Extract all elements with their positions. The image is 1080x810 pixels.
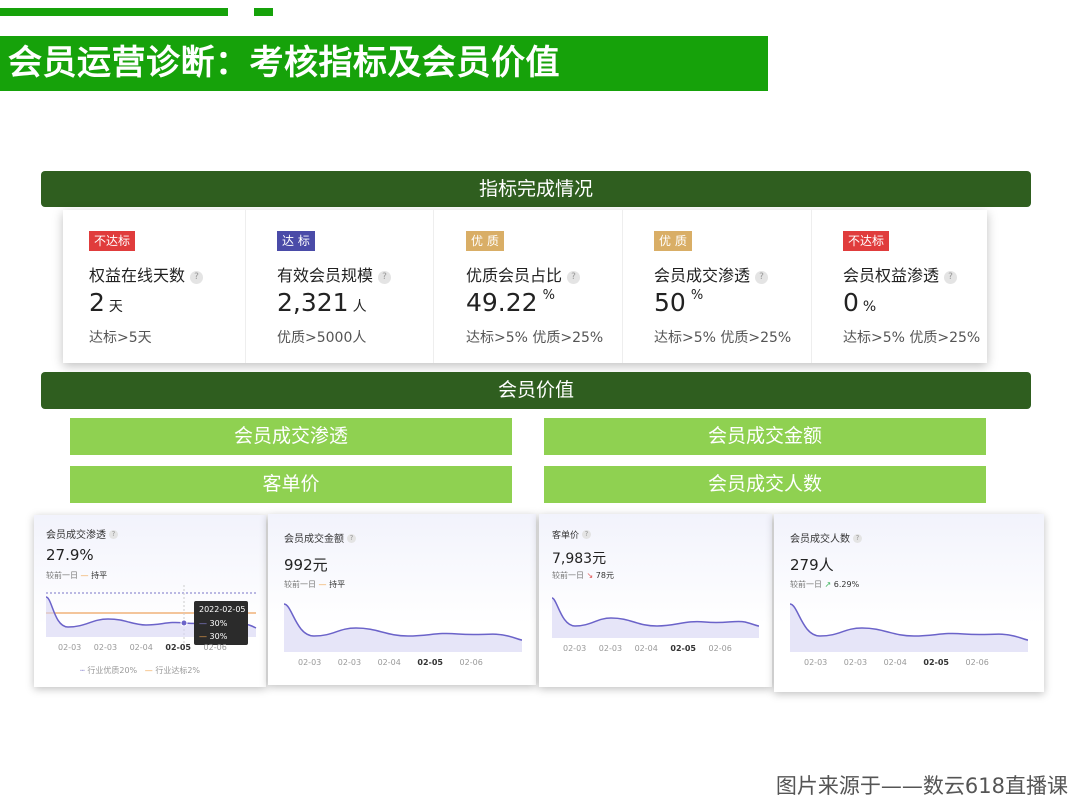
kpi-card: 不达标 会员权益渗透? 0% 达标>5% 优质>25%	[812, 210, 987, 363]
value-box-buyers: 会员成交人数	[544, 466, 986, 503]
status-badge: 不达标	[89, 231, 136, 251]
help-icon[interactable]: ?	[347, 534, 356, 543]
mini-chart-card: 会员成交人数? 279人 较前一日 ↗ 6.29% 02-03 02-03 02…	[774, 514, 1044, 692]
kpi-label: 有效会员规模?	[277, 262, 392, 286]
help-icon[interactable]: ?	[853, 534, 862, 543]
trend-line	[551, 597, 760, 627]
help-icon[interactable]: ?	[378, 271, 392, 284]
value-box-amount: 会员成交金额	[544, 418, 986, 455]
x-axis-labels: 02-03 02-03 02-04 02-05 02-06	[298, 658, 483, 667]
mini-chart-compare: 较前一日 — 持平	[46, 571, 108, 580]
trend-line	[789, 603, 1029, 641]
help-icon[interactable]: ?	[109, 530, 118, 539]
kpi-target: 达标>5% 优质>25%	[654, 330, 792, 346]
status-badge: 不达标	[843, 231, 890, 251]
x-axis-labels: 02-03 02-03 02-04 02-05 02-06	[804, 658, 989, 667]
kpi-value: 2天	[89, 288, 123, 317]
mini-chart-value: 992元	[284, 556, 328, 574]
status-badge: 优 质	[654, 231, 692, 251]
kpi-target: 达标>5% 优质>25%	[843, 330, 981, 346]
kpi-value: 49.22%	[466, 288, 555, 317]
help-icon[interactable]: ?	[582, 530, 592, 539]
mini-line-chart	[789, 603, 1029, 652]
x-axis-labels: 02-03 02-03 02-04 02-05 02-06	[58, 643, 227, 652]
trend-down-icon: ↘	[586, 571, 594, 580]
mini-chart-value: 27.9%	[46, 546, 94, 564]
value-box-unit-price: 客单价	[70, 466, 512, 503]
kpi-target: 达标>5天	[89, 330, 152, 346]
mini-chart-value: 7,983元	[552, 551, 607, 567]
hover-point[interactable]	[180, 619, 188, 627]
kpi-label: 会员成交渗透?	[654, 262, 769, 286]
mini-chart-compare: 较前一日 ↘ 78元	[552, 571, 614, 580]
section-bar-value: 会员价值	[41, 372, 1031, 409]
help-icon[interactable]: ?	[944, 271, 958, 284]
mini-chart-compare: 较前一日 — 持平	[284, 580, 346, 589]
page-title: 会员运营诊断：考核指标及会员价值	[8, 43, 560, 83]
section-bar-kpi: 指标完成情况	[41, 171, 1031, 207]
top-decor-bar-right	[254, 8, 273, 16]
value-box-penetration: 会员成交渗透	[70, 418, 512, 455]
mini-chart-title: 会员成交人数?	[790, 530, 862, 545]
kpi-label: 权益在线天数?	[89, 262, 204, 286]
mini-chart-card: 会员成交金额? 992元 较前一日 — 持平 02-03 02-03 02-04…	[268, 514, 536, 685]
mini-chart-card: 客单价? 7,983元 较前一日 ↘ 78元 02-03 02-03 02-04…	[539, 514, 772, 687]
mini-chart-compare: 较前一日 ↗ 6.29%	[790, 580, 860, 589]
chart-tooltip: 2022-02-05 — 30% — 30%	[194, 601, 248, 645]
trend-line	[283, 603, 523, 641]
chart-legend: ┄ 行业优质20% — 行业达标2%	[80, 666, 201, 675]
kpi-card: 优 质 优质会员占比? 49.22% 达标>5% 优质>25%	[434, 210, 623, 363]
mini-chart-title: 客单价?	[552, 528, 592, 541]
kpi-target: 达标>5% 优质>25%	[466, 330, 604, 346]
trend-up-icon: ↗	[824, 580, 832, 589]
kpi-card: 不达标 权益在线天数? 2天 达标>5天	[63, 210, 246, 363]
help-icon[interactable]: ?	[190, 271, 204, 284]
status-badge: 优 质	[466, 231, 504, 251]
kpi-card: 优 质 会员成交渗透? 50% 达标>5% 优质>25%	[623, 210, 812, 363]
help-icon[interactable]: ?	[567, 271, 581, 284]
mini-chart-value: 279人	[790, 556, 834, 574]
kpi-panel: 不达标 权益在线天数? 2天 达标>5天 达 标 有效会员规模? 2,321 人 …	[63, 210, 987, 363]
x-axis-labels: 02-03 02-03 02-04 02-05 02-06	[563, 644, 732, 653]
top-decor-bar-left	[0, 8, 228, 16]
kpi-label: 会员权益渗透?	[843, 262, 958, 286]
mini-chart-title: 会员成交渗透?	[46, 526, 118, 541]
help-icon[interactable]: ?	[755, 271, 769, 284]
kpi-value: 50%	[654, 288, 704, 317]
status-badge: 达 标	[277, 231, 315, 251]
mini-line-chart	[283, 603, 523, 652]
source-note: 图片来源于——数云618直播课	[775, 774, 1068, 798]
kpi-label: 优质会员占比?	[466, 262, 581, 286]
kpi-card: 达 标 有效会员规模? 2,321 人 优质>5000人	[246, 210, 434, 363]
mini-chart-title: 会员成交金额?	[284, 530, 356, 545]
kpi-value: 2,321 人	[277, 288, 367, 317]
mini-chart-card: 会员成交渗透? 27.9% 较前一日 — 持平 2022-02-05 — 30%…	[34, 515, 266, 687]
mini-line-chart	[551, 597, 760, 638]
kpi-target: 优质>5000人	[277, 330, 367, 346]
kpi-value: 0%	[843, 288, 877, 317]
